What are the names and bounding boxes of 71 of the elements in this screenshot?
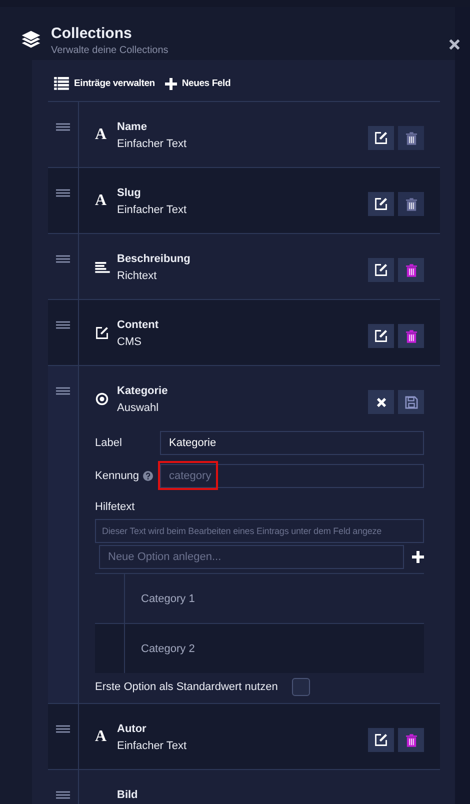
- delete-button[interactable]: [398, 258, 424, 282]
- field-name: Kategorie: [117, 385, 169, 397]
- label-input[interactable]: Kategorie: [160, 431, 424, 455]
- plus-icon: [164, 78, 177, 90]
- save-icon: [404, 396, 418, 408]
- field-name: Beschreibung: [117, 253, 192, 265]
- field-name: Autor: [117, 723, 148, 735]
- save-button[interactable]: [398, 390, 424, 414]
- trash-icon: [406, 264, 416, 276]
- field-label: Hilfetext: [95, 501, 136, 513]
- identifier-input[interactable]: category: [160, 464, 424, 488]
- drag-handle-icon[interactable]: [56, 321, 70, 329]
- drag-handle-icon[interactable]: [56, 189, 70, 197]
- drag-handle-icon[interactable]: [56, 725, 70, 733]
- field-label: Kennung: [95, 470, 140, 482]
- new-field-button[interactable]: Neues Feld: [164, 78, 231, 90]
- option-item[interactable]: Category 2: [125, 642, 195, 654]
- list-icon: [54, 77, 69, 90]
- text-icon: A: [95, 126, 107, 144]
- field-type: CMS: [117, 336, 142, 348]
- dialog-subtitle: Verwalte deine Collections: [51, 45, 168, 56]
- new-option-input[interactable]: Neue Option anlegen...: [99, 545, 404, 569]
- edit-button[interactable]: [368, 192, 394, 216]
- add-option-button[interactable]: [412, 551, 424, 563]
- close-icon: [376, 396, 386, 408]
- field-label: Label: [95, 437, 123, 449]
- plus-icon: [412, 551, 424, 563]
- trash-icon: [406, 198, 416, 210]
- field-row[interactable]: Content CMS: [48, 300, 440, 366]
- manage-entries-button[interactable]: Einträge verwalten: [54, 77, 155, 90]
- drag-handle-icon[interactable]: [56, 123, 70, 131]
- edit-icon: [374, 329, 388, 343]
- drag-handle-icon[interactable]: [56, 387, 70, 395]
- field-type: Einfacher Text: [117, 138, 188, 150]
- radio-icon: [95, 392, 109, 406]
- field-name: Content: [117, 319, 160, 331]
- checkbox[interactable]: [292, 678, 310, 696]
- edit-icon: [95, 326, 109, 340]
- edit-button[interactable]: [368, 728, 394, 752]
- help-icon[interactable]: [143, 471, 154, 481]
- align-left-icon: [95, 262, 110, 272]
- trash-icon: [406, 132, 416, 144]
- delete-button[interactable]: [398, 324, 424, 348]
- edit-icon: [374, 263, 388, 277]
- checkbox-label: Erste Option als Standardwert nutzen: [95, 681, 278, 693]
- field-row[interactable]: [48, 366, 440, 704]
- field-type: Auswahl: [117, 402, 160, 414]
- dialog-title: Collections: [51, 25, 133, 42]
- drag-handle-icon[interactable]: [56, 255, 70, 263]
- field-type: Richtext: [117, 270, 158, 282]
- edit-button[interactable]: [368, 258, 394, 282]
- edit-icon: [374, 131, 388, 145]
- help-text-input[interactable]: Dieser Text wird beim Bearbeiten eines Eintrags unter dem Feld angeze: [95, 519, 424, 543]
- trash-icon: [406, 330, 416, 342]
- field-name: Slug: [117, 187, 142, 199]
- field-name: Name: [117, 121, 148, 133]
- field-row[interactable]: Beschreibung Richtext: [48, 234, 440, 300]
- text-icon: A: [95, 728, 107, 746]
- trash-icon: [406, 734, 416, 746]
- cancel-button[interactable]: [368, 390, 394, 414]
- edit-button[interactable]: [368, 324, 394, 348]
- delete-button[interactable]: [398, 728, 424, 752]
- edit-button[interactable]: [368, 126, 394, 150]
- edit-icon: [374, 197, 388, 211]
- field-type: Einfacher Text: [117, 740, 188, 752]
- edit-icon: [374, 733, 388, 747]
- text-icon: A: [95, 192, 107, 210]
- drag-handle-icon[interactable]: [56, 791, 70, 799]
- field-type: Einfacher Text: [117, 204, 188, 216]
- option-item[interactable]: Category 1: [125, 592, 195, 604]
- field-name: Bild: [117, 789, 139, 801]
